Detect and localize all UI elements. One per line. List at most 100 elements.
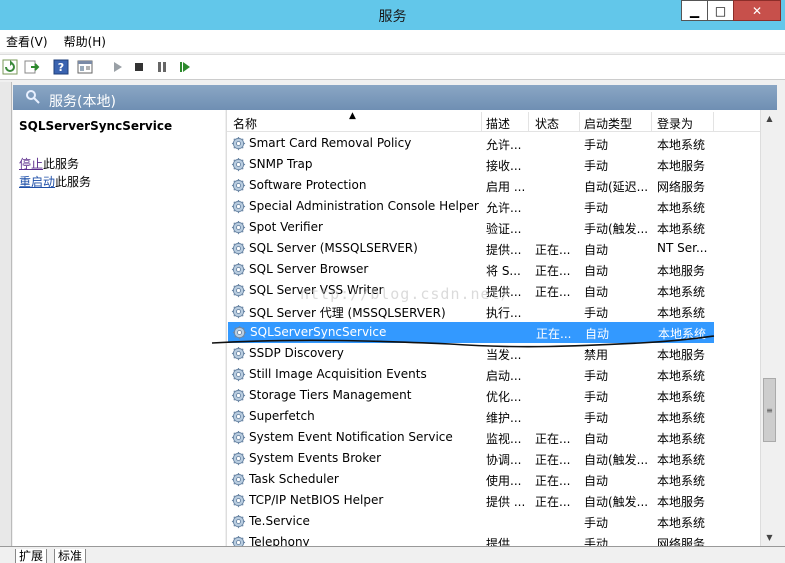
restart-suffix: 此服务 (55, 175, 92, 189)
service-row[interactable]: System Events Broker 协调... 正在... 自动(触发... 本地… (227, 448, 760, 469)
selected-service-name: SQLServerSyncService (19, 119, 173, 133)
service-description: 将 S... (486, 264, 521, 278)
service-startup-type: 手动 (584, 138, 609, 152)
column-divider[interactable] (528, 112, 529, 132)
stop-icon (135, 63, 143, 71)
service-row[interactable]: SQL Server Browser 将 S... 正在... 自动 本地服务 (227, 259, 760, 280)
service-logon: 本地系统 (657, 474, 706, 488)
service-name: System Event Notification Service (249, 430, 453, 444)
service-row[interactable]: SNMP Trap 接收... 手动 本地服务 (227, 154, 760, 175)
service-description: 提供... (486, 243, 522, 257)
stop-suffix: 此服务 (43, 157, 80, 171)
menu-help[interactable]: 帮助(H) (64, 33, 106, 50)
service-row[interactable]: Task Scheduler 使用... 正在... 自动 本地系统 (227, 469, 760, 490)
service-row[interactable]: Special Administration Console Helper 允许.… (227, 196, 760, 217)
column-startup-type[interactable]: 启动类型 (584, 115, 632, 132)
service-status: 正在... (535, 495, 571, 509)
service-logon: 本地系统 (657, 369, 706, 383)
column-status[interactable]: 状态 (535, 115, 559, 132)
service-description: 监视... (486, 432, 522, 446)
service-name: Spot Verifier (249, 220, 323, 234)
service-gear-icon (231, 346, 246, 361)
service-name: System Events Broker (249, 451, 382, 465)
service-startup-type: 自动 (584, 285, 609, 299)
vertical-scrollbar[interactable]: ▲ ≡ ▼ (760, 110, 777, 546)
export-list-icon (24, 60, 40, 74)
column-divider[interactable] (481, 112, 482, 132)
refresh-button[interactable] (2, 59, 18, 75)
service-row[interactable]: Software Protection 启用 ... 自动(延迟... 网络服务 (227, 175, 760, 196)
service-row[interactable]: System Event Notification Service 监视... 正在… (227, 427, 760, 448)
service-row[interactable]: TCP/IP NetBIOS Helper 提供 ... 正在... 自动(触发...… (227, 490, 760, 511)
service-row[interactable]: SQL Server 代理 (MSSQLSERVER) 执行... 手动 本地系统 (227, 301, 760, 322)
service-name: SQL Server Browser (249, 262, 369, 276)
service-row[interactable]: SQL Server (MSSQLSERVER) 提供... 正在... 自动 NT S… (227, 238, 760, 259)
service-description: 提供 ... (486, 495, 526, 509)
service-description: 允许... (486, 138, 522, 152)
service-name: Superfetch (249, 409, 315, 423)
service-startup-type: 禁用 (584, 348, 609, 362)
service-logon: 本地系统 (657, 390, 706, 404)
service-gear-icon (231, 283, 246, 298)
service-gear-icon (231, 157, 246, 172)
service-logon: 网络服务 (657, 537, 706, 546)
minimize-button[interactable]: ▁ (681, 0, 708, 21)
start-service-button[interactable] (109, 59, 125, 75)
svg-text:?: ? (58, 61, 64, 74)
service-gear-icon (231, 304, 246, 319)
column-divider[interactable] (651, 112, 652, 132)
restart-action: 重启动此服务 (19, 173, 91, 190)
tab-standard[interactable]: 标准 (54, 549, 87, 563)
service-name: TCP/IP NetBIOS Helper (249, 493, 384, 507)
service-row[interactable]: Smart Card Removal Policy 允许... 手动 本地系统 (227, 133, 760, 154)
scroll-thumb[interactable]: ≡ (763, 378, 776, 442)
tab-extended[interactable]: 扩展 (15, 549, 48, 563)
toolbar: ? (0, 54, 785, 80)
column-logon-as[interactable]: 登录为 (657, 115, 693, 132)
pause-service-button[interactable] (154, 59, 170, 75)
service-status: 正在... (536, 327, 572, 341)
service-name: SQL Server 代理 (MSSQLSERVER) (249, 306, 446, 320)
service-row[interactable]: Superfetch 维护... 手动 本地系统 (227, 406, 760, 427)
stop-link[interactable]: 停止 (19, 157, 43, 171)
service-gear-icon (231, 451, 246, 466)
service-row[interactable]: SSDP Discovery 当发... 禁用 本地服务 (227, 343, 760, 364)
restart-service-button[interactable] (177, 59, 193, 75)
restart-link[interactable]: 重启动 (19, 175, 55, 189)
service-logon: 本地系统 (657, 222, 706, 236)
service-status: 正在... (535, 474, 571, 488)
service-gear-icon (231, 262, 246, 277)
service-row[interactable]: Te.Service 手动 本地系统 (227, 511, 760, 532)
service-gear-icon (231, 241, 246, 256)
service-description: 允许... (486, 201, 522, 215)
service-row[interactable]: SQLServerSyncService 正在... 自动 本地系统 (228, 322, 714, 343)
help-button[interactable]: ? (53, 59, 69, 75)
export-button[interactable] (24, 59, 40, 75)
service-row[interactable]: Telephony 提供... 手动 网络服务 (227, 532, 760, 546)
service-description: 启用 ... (486, 180, 526, 194)
scroll-down-arrow-icon[interactable]: ▼ (761, 529, 778, 546)
column-name[interactable]: 名称 (233, 115, 257, 132)
service-row[interactable]: Still Image Acquisition Events 启动... 手动 本地系… (227, 364, 760, 385)
service-logon: 本地服务 (657, 348, 706, 362)
column-divider[interactable] (579, 112, 580, 132)
maximize-button[interactable]: □ (707, 0, 734, 21)
menu-view[interactable]: 查看(V) (6, 33, 48, 50)
scroll-up-arrow-icon[interactable]: ▲ (761, 110, 778, 127)
service-status: 正在... (535, 243, 571, 257)
view-tabs: 扩展 标准 (0, 546, 785, 563)
service-row[interactable]: Spot Verifier 验证... 手动(触发... 本地系统 (227, 217, 760, 238)
service-name: Smart Card Removal Policy (249, 136, 412, 150)
close-button[interactable]: ✕ (733, 0, 781, 21)
service-row[interactable]: Storage Tiers Management 优化... 手动 本地系统 (227, 385, 760, 406)
service-status: 正在... (535, 285, 571, 299)
column-description[interactable]: 描述 (486, 115, 510, 132)
service-logon: 本地系统 (657, 306, 706, 320)
service-description: 维护... (486, 411, 522, 425)
column-divider[interactable] (713, 112, 714, 132)
properties-button[interactable] (77, 59, 93, 75)
stop-service-button[interactable] (131, 59, 147, 75)
service-gear-icon (231, 388, 246, 403)
refresh-icon (2, 59, 18, 75)
service-logon: 网络服务 (657, 180, 706, 194)
